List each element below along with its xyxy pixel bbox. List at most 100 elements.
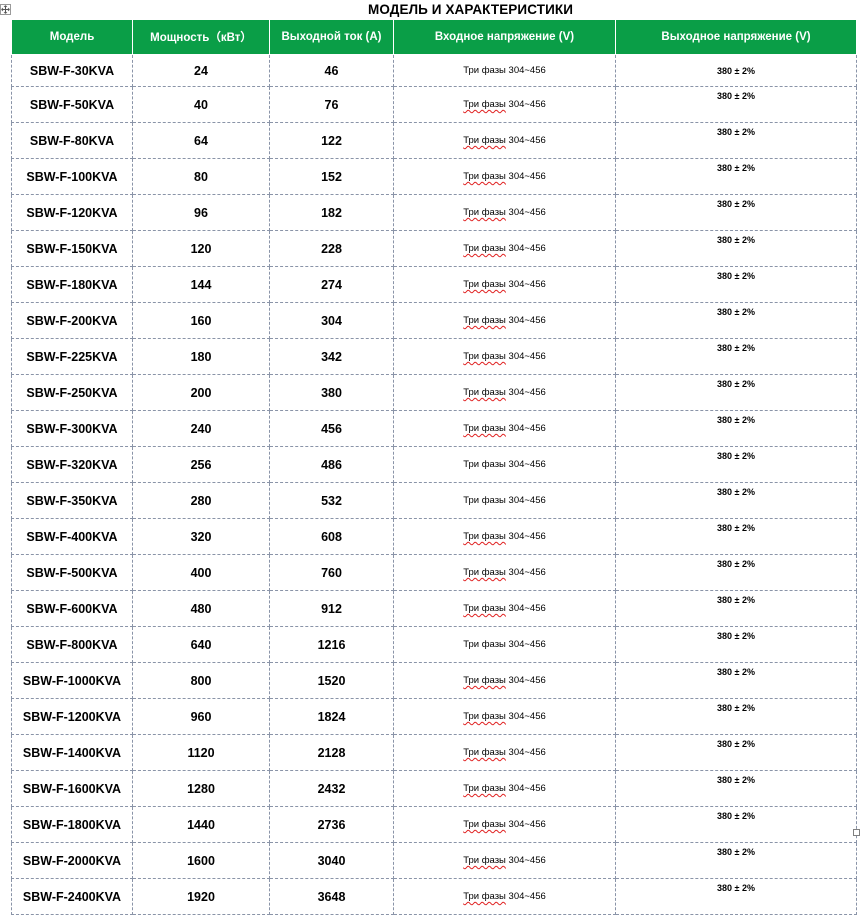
cell-output-current: 3040 [269, 842, 394, 879]
cell-input-voltage: Три фазы 304~456 [393, 662, 616, 699]
header-output-current: Выходной ток (A) [269, 19, 394, 55]
cell-input-voltage: Три фазы 304~456 [393, 518, 616, 555]
cell-output-voltage: 380 ± 2% [615, 302, 857, 339]
input-phase-label: Три фазы [463, 207, 506, 218]
cell-power: 1920 [132, 878, 270, 915]
table-row: SBW-F-180KVA 144 274 Три фазы 304~456 380 ± … [11, 266, 857, 303]
table-row: SBW-F-600KVA 480 912 Три фазы 304~456 380 ± … [11, 590, 857, 627]
table-header: Модель Мощность（кВт） Выходной ток (A) Вх… [11, 19, 857, 55]
cell-output-current: 228 [269, 230, 394, 267]
cell-output-current: 760 [269, 554, 394, 591]
cell-power: 40 [132, 86, 270, 123]
cell-output-current: 2736 [269, 806, 394, 843]
cell-output-current: 1216 [269, 626, 394, 663]
cell-output-voltage: 380 ± 2% [615, 590, 857, 627]
cell-input-voltage: Три фазы 304~456 [393, 446, 616, 483]
cell-output-voltage: 380 ± 2% [615, 770, 857, 807]
input-range-value: 304~456 [508, 603, 546, 614]
input-phase-label: Три фазы [463, 711, 506, 722]
cell-model: SBW-F-2000KVA [11, 842, 133, 879]
table-row: SBW-F-50KVA 40 76 Три фазы 304~456 380 ± 2% [11, 86, 857, 123]
table-row: SBW-F-80KVA 64 122 Три фазы 304~456 380 ± 2% [11, 122, 857, 159]
cell-power: 24 [132, 54, 270, 87]
input-range-value: 304~456 [508, 675, 546, 686]
input-range-value: 304~456 [508, 819, 546, 830]
cell-output-current: 152 [269, 158, 394, 195]
cell-model: SBW-F-30KVA [11, 54, 133, 87]
cell-output-voltage: 380 ± 2% [615, 698, 857, 735]
input-range-value: 304~456 [508, 459, 546, 470]
input-phase-label: Три фазы [463, 65, 506, 76]
input-phase-label: Три фазы [463, 675, 506, 686]
table-row: SBW-F-2400KVA 1920 3648 Три фазы 304~456 380… [11, 878, 857, 915]
cell-output-current: 1520 [269, 662, 394, 699]
header-model: Модель [11, 19, 133, 55]
cell-output-current: 486 [269, 446, 394, 483]
cell-model: SBW-F-800KVA [11, 626, 133, 663]
cell-power: 800 [132, 662, 270, 699]
table-row: SBW-F-800KVA 640 1216 Три фазы 304~456 380 ±… [11, 626, 857, 663]
cell-output-current: 532 [269, 482, 394, 519]
cell-power: 96 [132, 194, 270, 231]
input-phase-label: Три фазы [463, 567, 506, 578]
input-range-value: 304~456 [508, 243, 546, 254]
cell-input-voltage: Три фазы 304~456 [393, 554, 616, 591]
cell-power: 280 [132, 482, 270, 519]
input-range-value: 304~456 [508, 855, 546, 866]
input-range-value: 304~456 [508, 171, 546, 182]
cell-power: 180 [132, 338, 270, 375]
cell-model: SBW-F-500KVA [11, 554, 133, 591]
input-phase-label: Три фазы [463, 783, 506, 794]
input-range-value: 304~456 [508, 315, 546, 326]
cell-input-voltage: Три фазы 304~456 [393, 806, 616, 843]
cell-power: 960 [132, 698, 270, 735]
input-range-value: 304~456 [508, 207, 546, 218]
table-row: SBW-F-1400KVA 1120 2128 Три фазы 304~456 380… [11, 734, 857, 771]
cell-output-voltage: 380 ± 2% [615, 626, 857, 663]
input-range-value: 304~456 [508, 711, 546, 722]
cell-output-current: 1824 [269, 698, 394, 735]
cell-output-voltage: 380 ± 2% [615, 338, 857, 375]
cell-input-voltage: Три фазы 304~456 [393, 770, 616, 807]
cell-output-voltage: 380 ± 2% [615, 554, 857, 591]
cell-input-voltage: Три фазы 304~456 [393, 734, 616, 771]
cell-input-voltage: Три фазы 304~456 [393, 194, 616, 231]
cell-output-voltage: 380 ± 2% [615, 842, 857, 879]
table-row: SBW-F-320KVA 256 486 Три фазы 304~456 380 ± … [11, 446, 857, 483]
table-row: SBW-F-400KVA 320 608 Три фазы 304~456 380 ± … [11, 518, 857, 555]
input-phase-label: Три фазы [463, 387, 506, 398]
cell-output-current: 274 [269, 266, 394, 303]
cell-output-current: 2128 [269, 734, 394, 771]
table-row: SBW-F-250KVA 200 380 Три фазы 304~456 380 ± … [11, 374, 857, 411]
input-phase-label: Три фазы [463, 495, 506, 506]
cell-input-voltage: Три фазы 304~456 [393, 374, 616, 411]
cell-output-current: 46 [269, 54, 394, 87]
cell-input-voltage: Три фазы 304~456 [393, 878, 616, 915]
cell-power: 144 [132, 266, 270, 303]
table-row: SBW-F-1000KVA 800 1520 Три фазы 304~456 380 … [11, 662, 857, 699]
cell-output-voltage: 380 ± 2% [615, 122, 857, 159]
cell-model: SBW-F-50KVA [11, 86, 133, 123]
cell-model: SBW-F-200KVA [11, 302, 133, 339]
table-row: SBW-F-225KVA 180 342 Три фазы 304~456 380 ± … [11, 338, 857, 375]
table-resize-handle-icon[interactable] [853, 829, 860, 836]
cell-output-voltage: 380 ± 2% [615, 662, 857, 699]
table-row: SBW-F-350KVA 280 532 Три фазы 304~456 380 ± … [11, 482, 857, 519]
cell-output-current: 3648 [269, 878, 394, 915]
input-range-value: 304~456 [508, 65, 546, 76]
cell-output-current: 380 [269, 374, 394, 411]
input-range-value: 304~456 [508, 891, 546, 902]
cell-output-current: 342 [269, 338, 394, 375]
input-phase-label: Три фазы [463, 351, 506, 362]
cell-input-voltage: Три фазы 304~456 [393, 302, 616, 339]
cell-power: 200 [132, 374, 270, 411]
cell-output-voltage: 380 ± 2% [615, 878, 857, 915]
cell-model: SBW-F-1800KVA [11, 806, 133, 843]
input-range-value: 304~456 [508, 135, 546, 146]
cell-output-current: 2432 [269, 770, 394, 807]
input-phase-label: Три фазы [463, 891, 506, 902]
input-range-value: 304~456 [508, 423, 546, 434]
cell-output-voltage: 380 ± 2% [615, 734, 857, 771]
input-phase-label: Три фазы [463, 747, 506, 758]
cell-model: SBW-F-320KVA [11, 446, 133, 483]
